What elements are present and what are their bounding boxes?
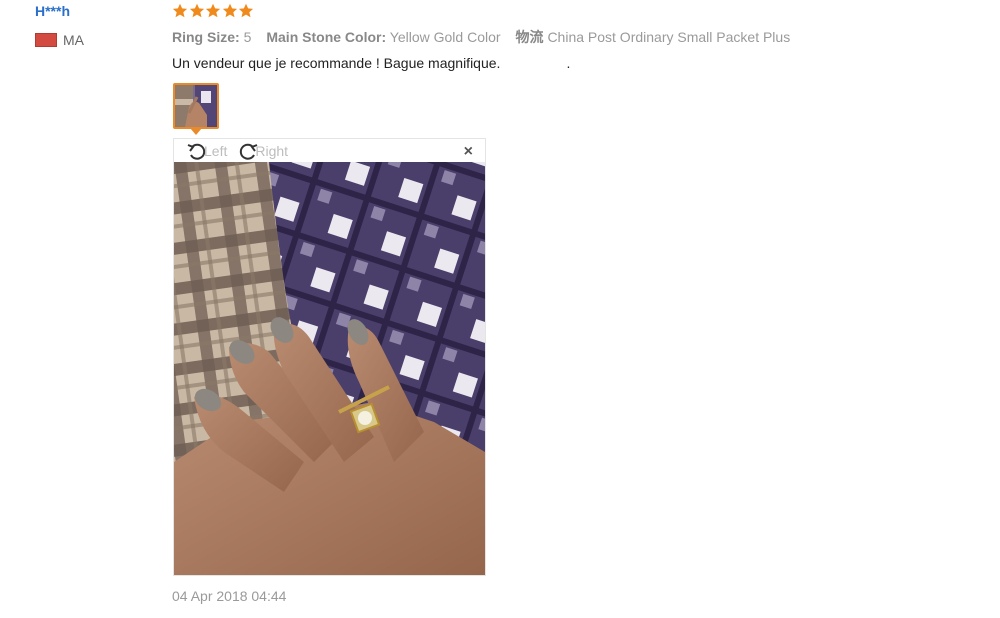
- thumbnail-image: [175, 85, 217, 127]
- rotate-left-button[interactable]: Left: [186, 140, 231, 162]
- rotate-left-label: Left: [204, 142, 228, 159]
- attribute-value: China Post Ordinary Small Packet Plus: [547, 29, 791, 45]
- attribute-stone-color: Main Stone Color: Yellow Gold Color: [266, 29, 500, 45]
- attribute-value: 5: [243, 29, 252, 45]
- star-icon: [205, 3, 221, 18]
- star-icon: [222, 3, 237, 18]
- review-photo-image: [174, 162, 485, 575]
- review-text: Un vendeur que je recommande ! Bague mag…: [172, 55, 571, 71]
- rotate-right-label: Right: [255, 142, 289, 159]
- country-flag-icon: [35, 33, 57, 47]
- thumbnail-active-caret: [190, 128, 202, 135]
- viewer-toolbar: Left Right ×: [174, 139, 485, 162]
- buyer-country: MA: [35, 32, 84, 48]
- close-viewer-button[interactable]: ×: [464, 142, 473, 162]
- buyer-name-link[interactable]: H***h: [35, 3, 70, 19]
- photo-viewer: Left Right ×: [173, 138, 486, 576]
- star-icon: [238, 3, 254, 18]
- attribute-value: Yellow Gold Color: [389, 29, 501, 45]
- review-photo-thumbnail[interactable]: [173, 83, 219, 129]
- review-attributes: Ring Size: 5 Main Stone Color: Yellow Go…: [172, 27, 805, 47]
- star-icon: [172, 3, 188, 18]
- attribute-key: Main Stone Color:: [266, 29, 387, 45]
- attribute-ring-size: Ring Size: 5: [172, 29, 251, 45]
- review-photo: [174, 162, 485, 575]
- attribute-key: Ring Size:: [172, 29, 240, 45]
- country-code: MA: [63, 32, 84, 48]
- star-rating: [172, 3, 255, 19]
- attribute-key: 物流: [515, 29, 544, 45]
- star-icon: [189, 3, 204, 18]
- rotate-right-button[interactable]: Right: [237, 140, 292, 162]
- review-date: 04 Apr 2018 04:44: [172, 588, 287, 604]
- attribute-shipping: 物流 China Post Ordinary Small Packet Plus: [516, 27, 791, 47]
